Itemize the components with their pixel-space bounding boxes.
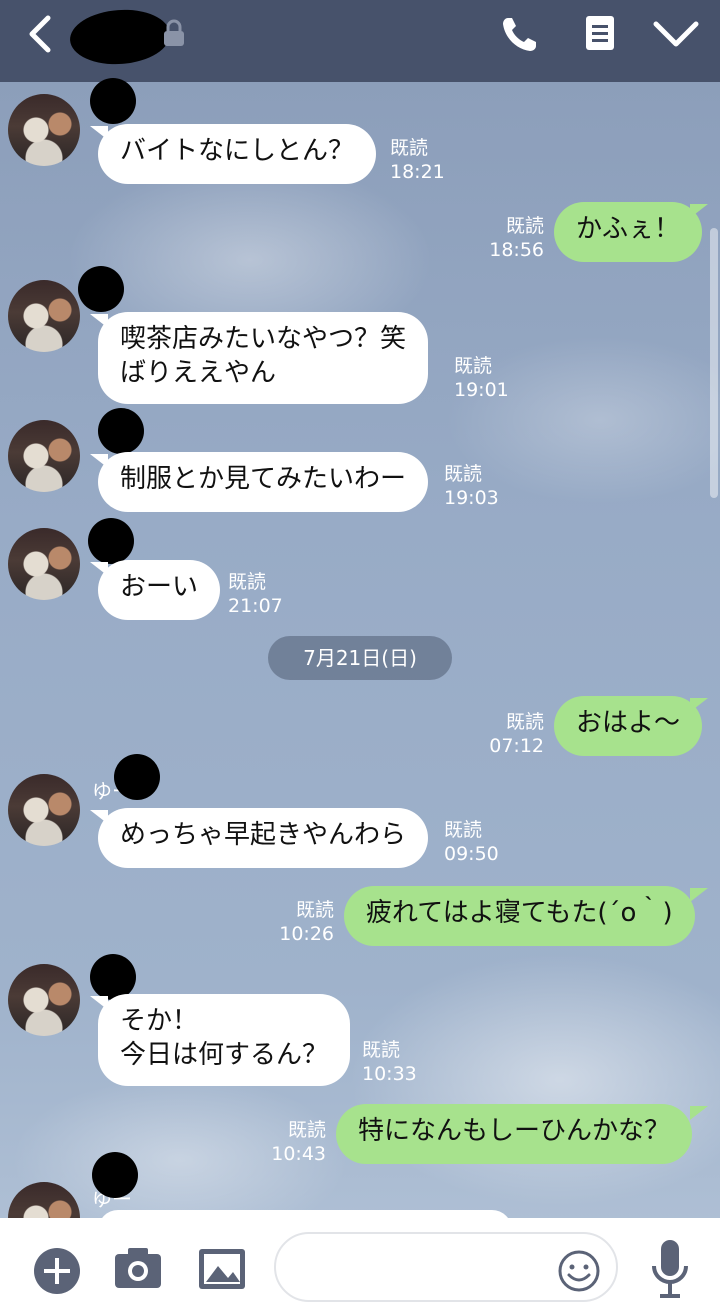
read-receipt: 既読 [444,819,483,841]
read-receipt: 既読 [454,355,493,377]
sender-name-redacted [92,1152,138,1198]
message-bubble[interactable]: 喫茶店みたいなやつ？笑 ばりええやん [98,312,429,404]
message-bubble[interactable]: そか！ 今日は何するん？ [98,994,351,1086]
sender-name-redacted [78,266,124,312]
notes-icon[interactable] [580,12,620,56]
read-receipt: 既読 [362,1039,401,1061]
contact-name-redacted [68,6,172,68]
read-receipt: 既読 [390,137,429,159]
message-time: 10:26 [279,923,334,945]
message-time: 07:12 [489,735,544,757]
message-bubble[interactable]: 疲れてはよ寝てもた(´o｀) [344,886,695,946]
message-bubble[interactable]: バイトなにしとん？ [98,124,377,184]
lock-icon [164,19,184,46]
read-receipt: 既読 [505,711,544,733]
chat-header [0,0,720,82]
camera-icon[interactable] [112,1244,164,1292]
message-bubble[interactable]: めっちゃ早起きやんわら [98,808,429,868]
message-bubble[interactable]: おーい [98,560,221,620]
scrollbar[interactable] [710,228,718,498]
avatar[interactable] [8,964,80,1036]
image-icon[interactable] [196,1246,248,1292]
message-time: 19:03 [444,487,499,509]
avatar[interactable] [8,528,80,600]
message-time: 18:56 [489,239,544,261]
avatar[interactable] [8,774,80,846]
message-bubble[interactable]: 特になんもしーひんかな？ [336,1104,693,1164]
message-time: 18:21 [390,161,445,183]
message-time: 09:50 [444,843,499,865]
sender-name-redacted [90,78,136,124]
message-time: 21:07 [228,595,283,617]
sender-name-redacted [98,408,144,454]
read-receipt: 既読 [295,899,334,921]
message-bubble[interactable]: かふぇ！ [554,202,703,262]
avatar[interactable] [8,94,80,166]
read-receipt: 既読 [287,1119,326,1141]
microphone-icon[interactable] [648,1238,692,1304]
read-receipt: 既読 [228,571,267,593]
message-bubble[interactable]: おはよ～ [554,696,703,756]
phone-icon[interactable] [498,12,542,56]
chevron-down-icon[interactable] [650,14,702,54]
chevron-left-icon[interactable] [22,12,62,56]
plus-circle-icon[interactable] [32,1246,82,1296]
message-bubble[interactable]: 制服とか見てみたいわー [98,452,429,512]
avatar[interactable] [8,280,80,352]
message-time: 10:43 [271,1143,326,1165]
sender-name-redacted [114,754,160,800]
emoji-icon[interactable] [556,1248,602,1294]
read-receipt: 既読 [505,215,544,237]
date-separator: 7月21日(日) [268,636,452,680]
message-time: 19:01 [454,379,509,401]
read-receipt: 既読 [444,463,483,485]
avatar[interactable] [8,420,80,492]
message-time: 10:33 [362,1063,417,1085]
sender-name-redacted [88,518,134,564]
